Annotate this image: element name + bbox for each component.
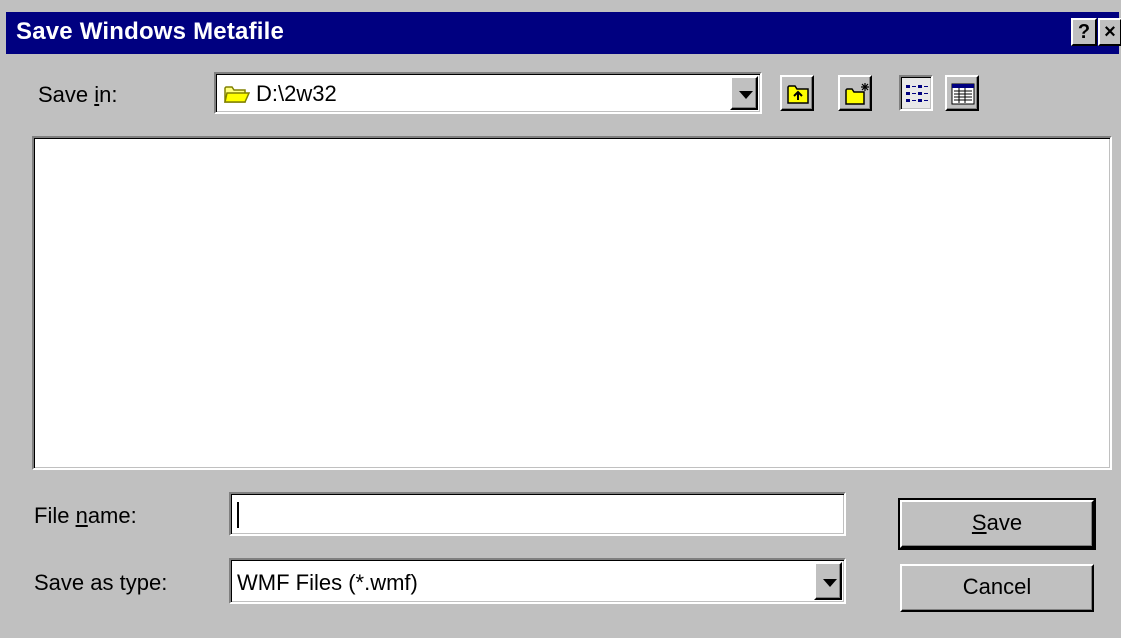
list-view-icon [906, 85, 928, 102]
close-button[interactable]: × [1098, 18, 1121, 46]
help-button[interactable]: ? [1071, 18, 1097, 46]
save-in-value: D:\2w32 [256, 81, 337, 106]
details-view-icon [951, 83, 975, 105]
save-in-combo[interactable]: D:\2w32 [214, 72, 762, 114]
chevron-down-icon [739, 91, 753, 99]
save-in-label: Save in: [38, 82, 118, 107]
file-name-input[interactable] [229, 492, 846, 536]
cancel-button-label: Cancel [962, 574, 1032, 599]
save-as-type-label: Save as type: [34, 570, 168, 595]
up-folder-icon [787, 85, 809, 104]
new-folder-icon [845, 83, 869, 105]
up-one-level-button[interactable] [780, 75, 814, 111]
create-new-folder-button[interactable] [838, 75, 872, 111]
text-caret [237, 502, 239, 528]
file-name-label: File name: [34, 503, 137, 528]
help-icon: ? [1077, 21, 1091, 43]
title-bar[interactable]: Save Windows Metafile ? × [6, 12, 1121, 54]
save-in-dropdown-button[interactable] [730, 76, 758, 110]
details-view-button[interactable] [945, 75, 979, 111]
close-icon: × [1104, 21, 1116, 43]
list-view-button[interactable] [899, 75, 933, 111]
chevron-down-icon [823, 579, 837, 587]
open-folder-icon [224, 86, 250, 103]
save-dialog: Save Windows Metafile ? × Save in: D:\2w… [0, 0, 1121, 638]
cancel-button[interactable]: Cancel [900, 564, 1094, 612]
file-list[interactable] [32, 136, 1112, 470]
save-button[interactable]: Save [898, 498, 1096, 550]
save-as-type-value: WMF Files (*.wmf) [237, 570, 418, 595]
window-title: Save Windows Metafile [16, 18, 285, 45]
save-as-type-combo[interactable]: WMF Files (*.wmf) [229, 558, 846, 604]
save-as-type-dropdown-button[interactable] [814, 562, 842, 600]
save-button-mnemonic: S [971, 510, 987, 535]
save-button-label: ave [986, 510, 1023, 535]
